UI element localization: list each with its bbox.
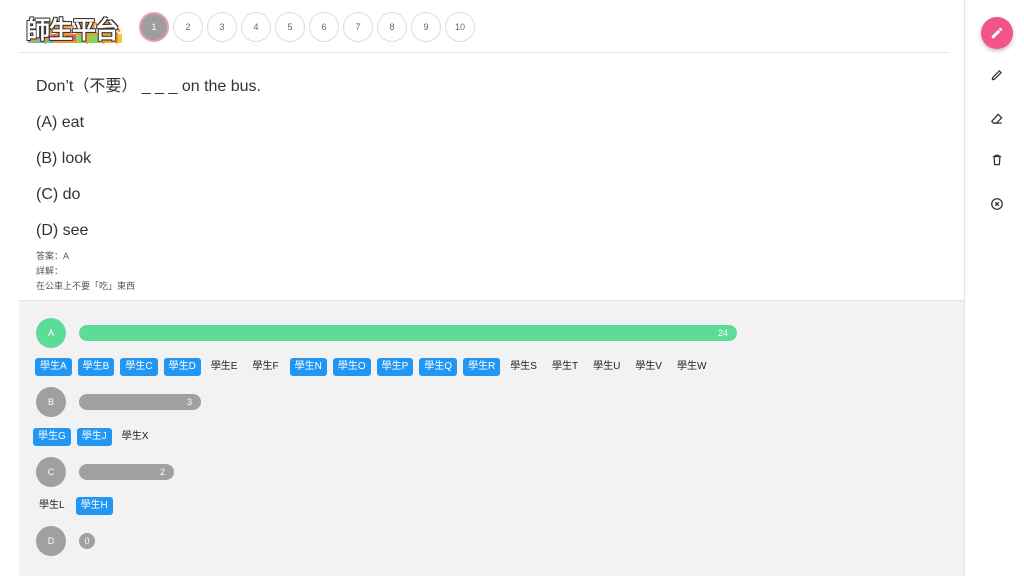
question-nav-10[interactable]: 10 bbox=[445, 12, 475, 42]
option-b: (B) look bbox=[36, 150, 92, 167]
close-button[interactable] bbox=[985, 192, 1009, 216]
logo: 師生平台 bbox=[26, 9, 124, 44]
option-d: (D) see bbox=[36, 222, 89, 239]
question-nav-2[interactable]: 2 bbox=[173, 12, 203, 42]
explanation-label: 詳解： bbox=[36, 266, 64, 276]
student-chip[interactable]: 學生Q bbox=[419, 358, 458, 376]
student-chip[interactable]: 學生H bbox=[75, 497, 113, 515]
edit-fab-button[interactable] bbox=[981, 17, 1013, 49]
option-circle-d: D bbox=[36, 526, 66, 556]
results-panel: A 24 學生A 學生B 學生C 學生D 學生E 學生F 學生N 學生O 學生P 學生Q 學生R 學生S 學… bbox=[19, 300, 964, 576]
question-body: Don’t（不要） _ _ _ on the bus. (A) eat (B) … bbox=[36, 74, 936, 254]
question-nav-4[interactable]: 4 bbox=[241, 12, 271, 42]
student-chip[interactable]: 學生X bbox=[118, 428, 153, 446]
answer-text: 答案：A bbox=[36, 251, 70, 261]
question-nav-7[interactable]: 7 bbox=[343, 12, 373, 42]
student-chip[interactable]: 學生S bbox=[506, 358, 541, 376]
student-chip[interactable]: 學生P bbox=[376, 358, 414, 376]
result-bar-c: 2 bbox=[79, 464, 174, 480]
result-bar-d: 0 bbox=[79, 533, 95, 549]
explanation-text: 在公車上不要「吃」東西 bbox=[36, 281, 136, 291]
pen-icon bbox=[991, 70, 1002, 81]
question-nav-8[interactable]: 8 bbox=[377, 12, 407, 42]
option-circle-b: B bbox=[36, 387, 66, 417]
question-navigator: 1 2 3 4 5 6 7 8 9 10 bbox=[139, 12, 475, 42]
student-chip[interactable]: 學生G bbox=[33, 428, 71, 446]
student-chip[interactable]: 學生R bbox=[463, 358, 501, 376]
close-circle-icon bbox=[991, 198, 1003, 210]
result-bar-a: 24 bbox=[79, 325, 737, 341]
question-stem: Don’t（不要） _ _ _ on the bus. bbox=[36, 78, 262, 95]
pen-tool-button[interactable] bbox=[985, 63, 1009, 87]
pencil-icon bbox=[991, 27, 1003, 39]
question-nav-5[interactable]: 5 bbox=[275, 12, 305, 42]
student-chip[interactable]: 學生F bbox=[248, 358, 282, 376]
eraser-icon bbox=[991, 113, 1003, 124]
trash-icon bbox=[992, 154, 1002, 166]
student-chip[interactable]: 學生B bbox=[77, 358, 115, 376]
student-chip[interactable]: 學生E bbox=[207, 358, 242, 376]
student-list-b: 學生G 學生J 學生X bbox=[33, 428, 159, 446]
question-nav-9[interactable]: 9 bbox=[411, 12, 441, 42]
question-nav-6[interactable]: 6 bbox=[309, 12, 339, 42]
answer-info: 答案：A 詳解： 在公車上不要「吃」東西 bbox=[36, 249, 135, 294]
student-chip[interactable]: 學生N bbox=[289, 358, 327, 376]
option-circle-c: C bbox=[36, 457, 66, 487]
student-chip[interactable]: 學生T bbox=[548, 358, 582, 376]
left-edge bbox=[0, 0, 19, 576]
student-chip[interactable]: 學生C bbox=[120, 358, 158, 376]
option-c: (C) do bbox=[36, 186, 81, 203]
right-toolbar bbox=[964, 0, 1024, 576]
logo-text: 師生平台 bbox=[26, 16, 119, 44]
student-list-c: 學生L 學生H bbox=[35, 497, 119, 515]
option-circle-a: A bbox=[36, 318, 66, 348]
eraser-tool-button[interactable] bbox=[985, 107, 1009, 131]
student-chip[interactable]: 學生W bbox=[673, 358, 710, 376]
student-list-a: 學生A 學生B 學生C 學生D 學生E 學生F 學生N 學生O 學生P 學生Q 學生R 學生S 學生T 學… bbox=[35, 358, 717, 376]
student-chip[interactable]: 學生D bbox=[163, 358, 201, 376]
main-area: 師生平台 1 2 3 4 5 6 7 8 9 10 Don’t（不要） _ _ _ on the … bbox=[19, 0, 964, 576]
student-chip[interactable]: 學生O bbox=[332, 358, 371, 376]
result-bar-b: 3 bbox=[79, 394, 201, 410]
student-chip[interactable]: 學生J bbox=[76, 428, 112, 446]
student-chip[interactable]: 學生U bbox=[589, 358, 624, 376]
question-nav-1[interactable]: 1 bbox=[139, 12, 169, 42]
delete-button[interactable] bbox=[985, 148, 1009, 172]
student-chip[interactable]: 學生V bbox=[631, 358, 666, 376]
student-chip[interactable]: 學生L bbox=[35, 497, 69, 515]
question-nav-3[interactable]: 3 bbox=[207, 12, 237, 42]
header: 師生平台 1 2 3 4 5 6 7 8 9 10 bbox=[19, 0, 949, 53]
option-a: (A) eat bbox=[36, 114, 85, 131]
student-chip[interactable]: 學生A bbox=[35, 358, 72, 376]
